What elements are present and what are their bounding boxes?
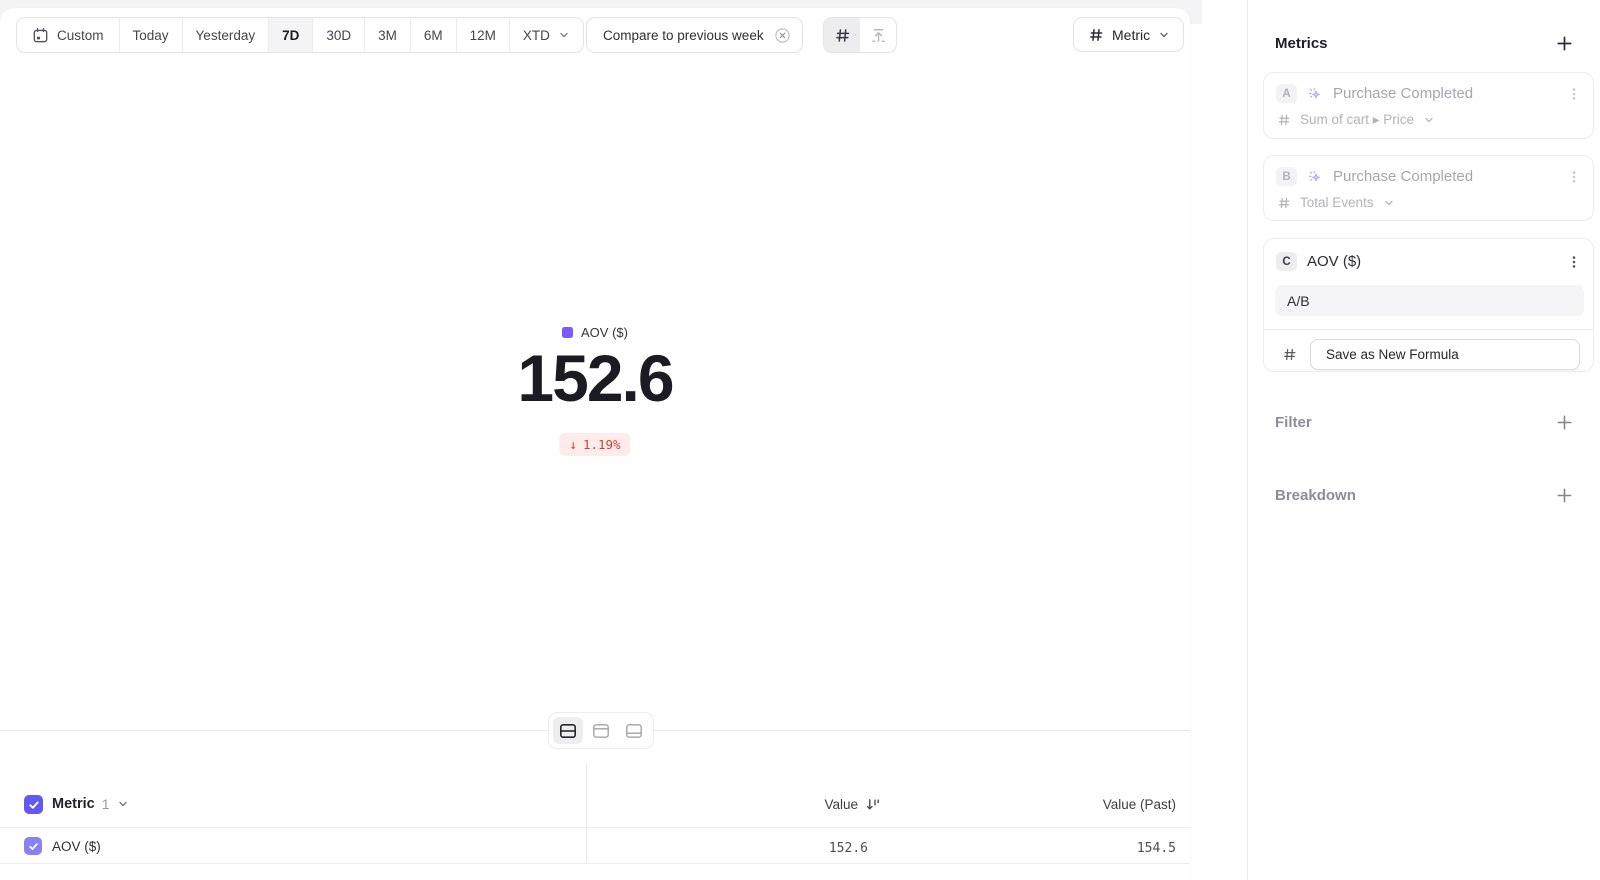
metric-card-header: B Purchase Completed (1276, 167, 1473, 186)
layout-top-bar-icon (592, 723, 610, 739)
table-row-divider (0, 863, 1190, 864)
chart-legend[interactable]: AOV ($) (0, 325, 1190, 340)
metric-card-c[interactable]: C AOV ($) A/B Save as New Formula (1263, 238, 1594, 372)
metric-badge: A (1276, 84, 1297, 103)
add-filter-button[interactable] (1554, 412, 1574, 432)
date-range-presets: Custom Today Yesterday 7D 30D 3M 6M 12M … (16, 17, 584, 53)
preset-7d[interactable]: 7D (269, 18, 313, 52)
metric-card-a[interactable]: A Purchase Completed Sum of cart ▸ Price (1263, 72, 1594, 139)
chart-type-uplift-button[interactable] (860, 18, 896, 52)
filter-section-title: Filter (1275, 414, 1312, 431)
preset-xtd[interactable]: XTD (510, 18, 583, 52)
event-sparkle-icon (1307, 86, 1323, 102)
table-row-value: 152.6 (586, 837, 868, 859)
preset-12m[interactable]: 12M (457, 18, 510, 52)
hash-icon (834, 27, 851, 44)
metric-dropdown-label: Metric (1112, 27, 1150, 43)
metric-dropdown-button[interactable]: Metric (1073, 17, 1184, 52)
view-layout-toggle (548, 712, 654, 749)
legend-label: AOV ($) (581, 325, 628, 340)
table-row-value-past: 154.5 (868, 837, 1176, 859)
formula-input[interactable]: A/B (1275, 285, 1584, 316)
metric-card-b[interactable]: B Purchase Completed Total Events (1263, 155, 1594, 221)
sort-descending-icon (865, 797, 882, 812)
metrics-section-title: Metrics (1275, 35, 1328, 52)
change-badge: ↓ 1.19% (559, 433, 630, 456)
table-header-divider (0, 827, 1190, 828)
chevron-down-icon (558, 29, 570, 41)
metric-card-header: C AOV ($) (1276, 252, 1361, 271)
uplift-arrow-icon (870, 27, 887, 44)
hash-icon (1282, 347, 1297, 362)
builder-sidebar: Metrics A Purchase Completed (1247, 0, 1600, 880)
event-sparkle-icon (1307, 169, 1323, 185)
preset-today[interactable]: Today (120, 18, 183, 52)
preset-30d[interactable]: 30D (313, 18, 365, 52)
app-root: Custom Today Yesterday 7D 30D 3M 6M 12M … (0, 0, 1600, 880)
value-column-header[interactable]: Value (586, 790, 882, 818)
big-number-value: 152.6 (0, 342, 1190, 414)
add-metric-button[interactable] (1554, 33, 1574, 53)
preset-yesterday[interactable]: Yesterday (183, 18, 270, 52)
view-table-only-button[interactable] (619, 717, 649, 744)
select-all-checkbox[interactable] (24, 795, 43, 814)
metric-measure-dropdown[interactable]: Sum of cart ▸ Price (1277, 112, 1435, 128)
metric-card-header: A Purchase Completed (1276, 84, 1473, 103)
metric-formula-name: AOV ($) (1307, 253, 1361, 270)
card-divider (1264, 329, 1593, 330)
preset-label: Custom (57, 28, 104, 43)
legend-swatch (562, 327, 573, 338)
value-past-column-header[interactable]: Value (Past) (882, 790, 1176, 818)
check-icon (28, 799, 40, 811)
chevron-down-icon (1383, 197, 1395, 209)
breakdown-section-title: Breakdown (1275, 487, 1356, 504)
chart-panel: Custom Today Yesterday 7D 30D 3M 6M 12M … (0, 8, 1190, 880)
metric-badge: B (1276, 167, 1297, 186)
view-split-button[interactable] (553, 717, 583, 744)
arrow-down-icon: ↓ (569, 437, 577, 452)
metric-badge: C (1276, 252, 1297, 271)
chart-type-toggle (823, 17, 897, 53)
row-checkbox[interactable] (24, 837, 42, 855)
save-as-new-formula-button[interactable]: Save as New Formula (1310, 339, 1580, 370)
metric-more-options-icon[interactable] (1565, 85, 1583, 103)
metric-column-dropdown[interactable]: Metric 1 (52, 796, 129, 812)
change-value: 1.19% (583, 437, 621, 452)
metric-measure-dropdown[interactable]: Total Events (1277, 195, 1395, 210)
hash-icon (1277, 113, 1291, 127)
metric-event-name: Purchase Completed (1333, 168, 1473, 185)
view-chart-only-button[interactable] (586, 717, 616, 744)
preset-3m[interactable]: 3M (365, 18, 411, 52)
compare-chip-label: Compare to previous week (603, 28, 764, 43)
layout-split-icon (559, 723, 577, 739)
chart-type-number-button[interactable] (824, 18, 860, 52)
remove-compare-icon[interactable] (774, 27, 791, 44)
metric-more-options-icon[interactable] (1565, 168, 1583, 186)
check-icon (28, 841, 39, 852)
add-breakdown-button[interactable] (1554, 485, 1574, 505)
preset-6m[interactable]: 6M (411, 18, 457, 52)
hash-icon (1088, 27, 1104, 43)
metric-event-name: Purchase Completed (1333, 85, 1473, 102)
chevron-down-icon (1423, 114, 1435, 126)
chevron-down-icon (117, 798, 129, 810)
layout-bottom-bar-icon (625, 723, 643, 739)
calendar-icon (32, 27, 49, 44)
table-row-metric-name: AOV ($) (52, 839, 101, 854)
preset-custom[interactable]: Custom (17, 18, 120, 52)
compare-chip[interactable]: Compare to previous week (586, 17, 803, 53)
metric-more-options-icon[interactable] (1565, 253, 1583, 271)
hash-icon (1277, 196, 1291, 210)
chevron-down-icon (1158, 29, 1170, 41)
